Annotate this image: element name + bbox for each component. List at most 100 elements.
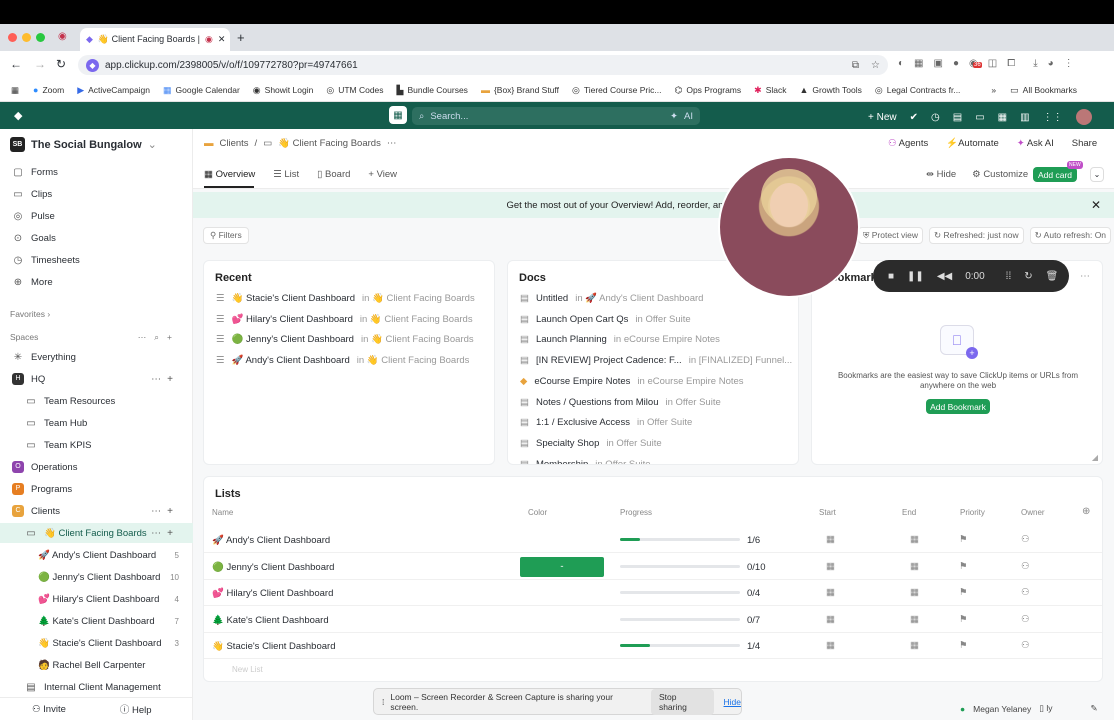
doc-item[interactable]: ▤ Launch Planning in eCourse Empire Notes: [520, 334, 720, 345]
col-priority[interactable]: Priority: [960, 508, 985, 517]
apps-grid-icon[interactable]: ▦: [11, 85, 19, 96]
install-icon[interactable]: ⧉: [852, 60, 859, 71]
doc-item[interactable]: ◆ eCourse Empire Notes in eCourse Empire N…: [520, 376, 744, 387]
table-row[interactable]: 🟢 Jenny's Client Dashboard - 0/10 ▦ ▦ ⚑ ⚇: [204, 554, 1102, 580]
workspace-switcher[interactable]: SB The Social Bungalow ⌄: [10, 137, 157, 152]
col-end[interactable]: End: [902, 508, 916, 517]
end-date-icon[interactable]: ▦: [910, 614, 919, 625]
start-date-icon[interactable]: ▦: [826, 614, 835, 625]
profile-avatar[interactable]: ◕: [1048, 58, 1054, 69]
recent-item[interactable]: ☰ 🟢 Jenny's Client Dashboard in 👋 Client F…: [216, 334, 474, 345]
owner-icon[interactable]: ⚇: [1021, 561, 1030, 572]
sidebar-space-item[interactable]: ▭ 👋 Client Facing Boards ⋯+: [0, 523, 193, 543]
start-date-icon[interactable]: ▦: [826, 587, 835, 598]
pinned-tab-icon[interactable]: ◉: [58, 31, 67, 42]
end-date-icon[interactable]: ▦: [910, 561, 919, 572]
new-tab-button[interactable]: +: [237, 30, 245, 45]
chevron-down-icon[interactable]: ⌄: [1090, 167, 1104, 182]
clock-icon[interactable]: ◷: [931, 112, 940, 123]
start-date-icon[interactable]: ▦: [826, 561, 835, 572]
add-bookmark-button[interactable]: Add Bookmark: [926, 399, 990, 414]
more-icon[interactable]: ⋯: [387, 138, 397, 149]
chart-icon[interactable]: ▥: [1020, 112, 1029, 123]
table-row[interactable]: 🌲 Kate's Client Dashboard 0/7 ▦ ▦ ⚑ ⚇: [204, 607, 1102, 633]
recent-item[interactable]: ☰ 🚀 Andy's Client Dashboard in 👋 Client Fa…: [216, 355, 469, 366]
col-progress[interactable]: Progress: [620, 508, 652, 517]
sidebar-item-clips[interactable]: ▭ Clips: [0, 184, 193, 204]
bookmark-google-calendar[interactable]: ▦ Google Calendar: [163, 85, 240, 95]
bookmark-activecampaign[interactable]: ▶ ActiveCampaign: [77, 85, 150, 95]
calendar-icon[interactable]: ▦: [389, 106, 407, 124]
sidebar-space-item[interactable]: C Clients ⋯+: [0, 501, 193, 521]
all-bookmarks[interactable]: ▭ All Bookmarks: [1010, 85, 1077, 95]
sidebar-space-item[interactable]: O Operations: [0, 457, 193, 477]
back-icon[interactable]: ←: [10, 57, 22, 71]
help-button[interactable]: ⓘ Help: [120, 702, 152, 716]
stop-sharing-button[interactable]: Stop sharing: [650, 688, 714, 715]
tab-add-view[interactable]: + View: [368, 169, 397, 180]
doc-item[interactable]: ▤ 1:1 / Exclusive Access in Offer Suite: [520, 417, 692, 428]
footer-user-name[interactable]: Megan Yelaney: [973, 704, 1031, 714]
new-button[interactable]: + New: [868, 112, 897, 123]
share-button[interactable]: Share: [1072, 138, 1097, 149]
recent-item[interactable]: ☰ 💕 Hilary's Client Dashboard in 👋 Client …: [216, 314, 473, 325]
hide-share-bar-button[interactable]: Hide: [724, 697, 741, 707]
extension-icon-6[interactable]: ◫: [988, 58, 997, 69]
clickup-logo-icon[interactable]: ◆: [14, 109, 22, 122]
table-row[interactable]: 👋 Stacie's Client Dashboard 1/4 ▦ ▦ ⚑ ⚇: [204, 633, 1102, 659]
priority-flag-icon[interactable]: ⚑: [959, 614, 968, 625]
sidebar-space-item[interactable]: ▭ Team KPIS: [0, 435, 193, 455]
sidebar-space-item[interactable]: ▤ Internal Client Management: [0, 677, 193, 697]
add-column-icon[interactable]: ⊕: [1082, 506, 1090, 517]
owner-icon[interactable]: ⚇: [1021, 534, 1030, 545]
close-window-button[interactable]: [8, 33, 17, 42]
extension-icon-5[interactable]: ◉36: [969, 58, 982, 69]
sidebar-space-item[interactable]: 💕 Hilary's Client Dashboard 4: [0, 589, 193, 609]
search-bar[interactable]: ⌕ Search... ✦ AI: [412, 107, 700, 125]
puzzle-icon[interactable]: ⧠: [1007, 58, 1015, 69]
sidebar-item-pulse[interactable]: ◎ Pulse: [0, 206, 193, 226]
extension-icon-1[interactable]: ◐: [898, 58, 904, 69]
owner-icon[interactable]: ⚇: [1021, 587, 1030, 598]
sidebar-item-goals[interactable]: ⊙ Goals: [0, 228, 193, 248]
doc-item[interactable]: ▤ Membership in Offer Suite: [520, 459, 651, 464]
grid-icon[interactable]: ▦: [998, 112, 1007, 123]
priority-flag-icon[interactable]: ⚑: [959, 640, 968, 651]
new-list-button[interactable]: New List: [232, 665, 263, 674]
sidebar-space-item[interactable]: 🌲 Kate's Client Dashboard 7: [0, 611, 193, 631]
browser-tab-active[interactable]: ◆ 👋 Client Facing Boards | ◉ ✕: [80, 28, 230, 51]
check-icon[interactable]: ✔: [910, 112, 918, 123]
doc-icon[interactable]: ▯ ly: [1039, 703, 1052, 714]
priority-flag-icon[interactable]: ⚑: [959, 587, 968, 598]
space-actions[interactable]: ⋯+: [151, 374, 179, 385]
owner-icon[interactable]: ⚇: [1021, 614, 1030, 625]
drag-handle-icon[interactable]: ⁞: [382, 697, 384, 707]
drag-handle-icon[interactable]: ⁞⁞: [1006, 271, 1012, 282]
col-color[interactable]: Color: [528, 508, 547, 517]
end-date-icon[interactable]: ▦: [910, 534, 919, 545]
recent-item[interactable]: ☰ 👋 Stacie's Client Dashboard in 👋 Client …: [216, 293, 475, 304]
restart-icon[interactable]: ↻: [1024, 271, 1032, 282]
bookmark-box[interactable]: ▬ {Box} Brand Stuff: [481, 85, 559, 95]
breadcrumb-current[interactable]: 👋 Client Facing Boards: [278, 138, 381, 149]
start-date-icon[interactable]: ▦: [826, 640, 835, 651]
ask-ai-button[interactable]: ✦ Ask AI: [1017, 138, 1054, 149]
extension-icon-4[interactable]: ●: [953, 58, 959, 69]
bookmark-bundle[interactable]: ▙ Bundle Courses: [397, 85, 468, 95]
doc-item[interactable]: ▤ Untitled in 🚀 Andy's Client Dashboard: [520, 293, 703, 304]
doc-icon[interactable]: ▤: [953, 112, 962, 123]
sidebar-space-item[interactable]: ▭ Team Resources: [0, 391, 193, 411]
table-row[interactable]: 💕 Hilary's Client Dashboard 0/4 ▦ ▦ ⚑ ⚇: [204, 580, 1102, 606]
doc-item[interactable]: ▤ Launch Open Cart Qs in Offer Suite: [520, 314, 691, 325]
bookmark-ops[interactable]: ⌬ Ops Programs: [674, 85, 741, 95]
hide-button[interactable]: ⇹ Hide: [926, 169, 956, 180]
bookmark-utm[interactable]: ◎ UTM Codes: [326, 85, 383, 95]
refreshed-chip[interactable]: ↻ Refreshed: just now: [929, 227, 1024, 244]
add-card-button[interactable]: Add card: [1033, 167, 1077, 182]
tab-overview[interactable]: ▦ Overview: [204, 169, 255, 180]
download-icon[interactable]: ⤓: [1033, 58, 1037, 69]
bookmark-tiered[interactable]: ◎ Tiered Course Pric...: [572, 85, 661, 95]
user-avatar[interactable]: [1075, 109, 1092, 125]
table-row[interactable]: 🚀 Andy's Client Dashboard 1/6 ▦ ▦ ⚑ ⚇: [204, 527, 1102, 553]
more-bookmarks-icon[interactable]: »: [991, 85, 996, 95]
